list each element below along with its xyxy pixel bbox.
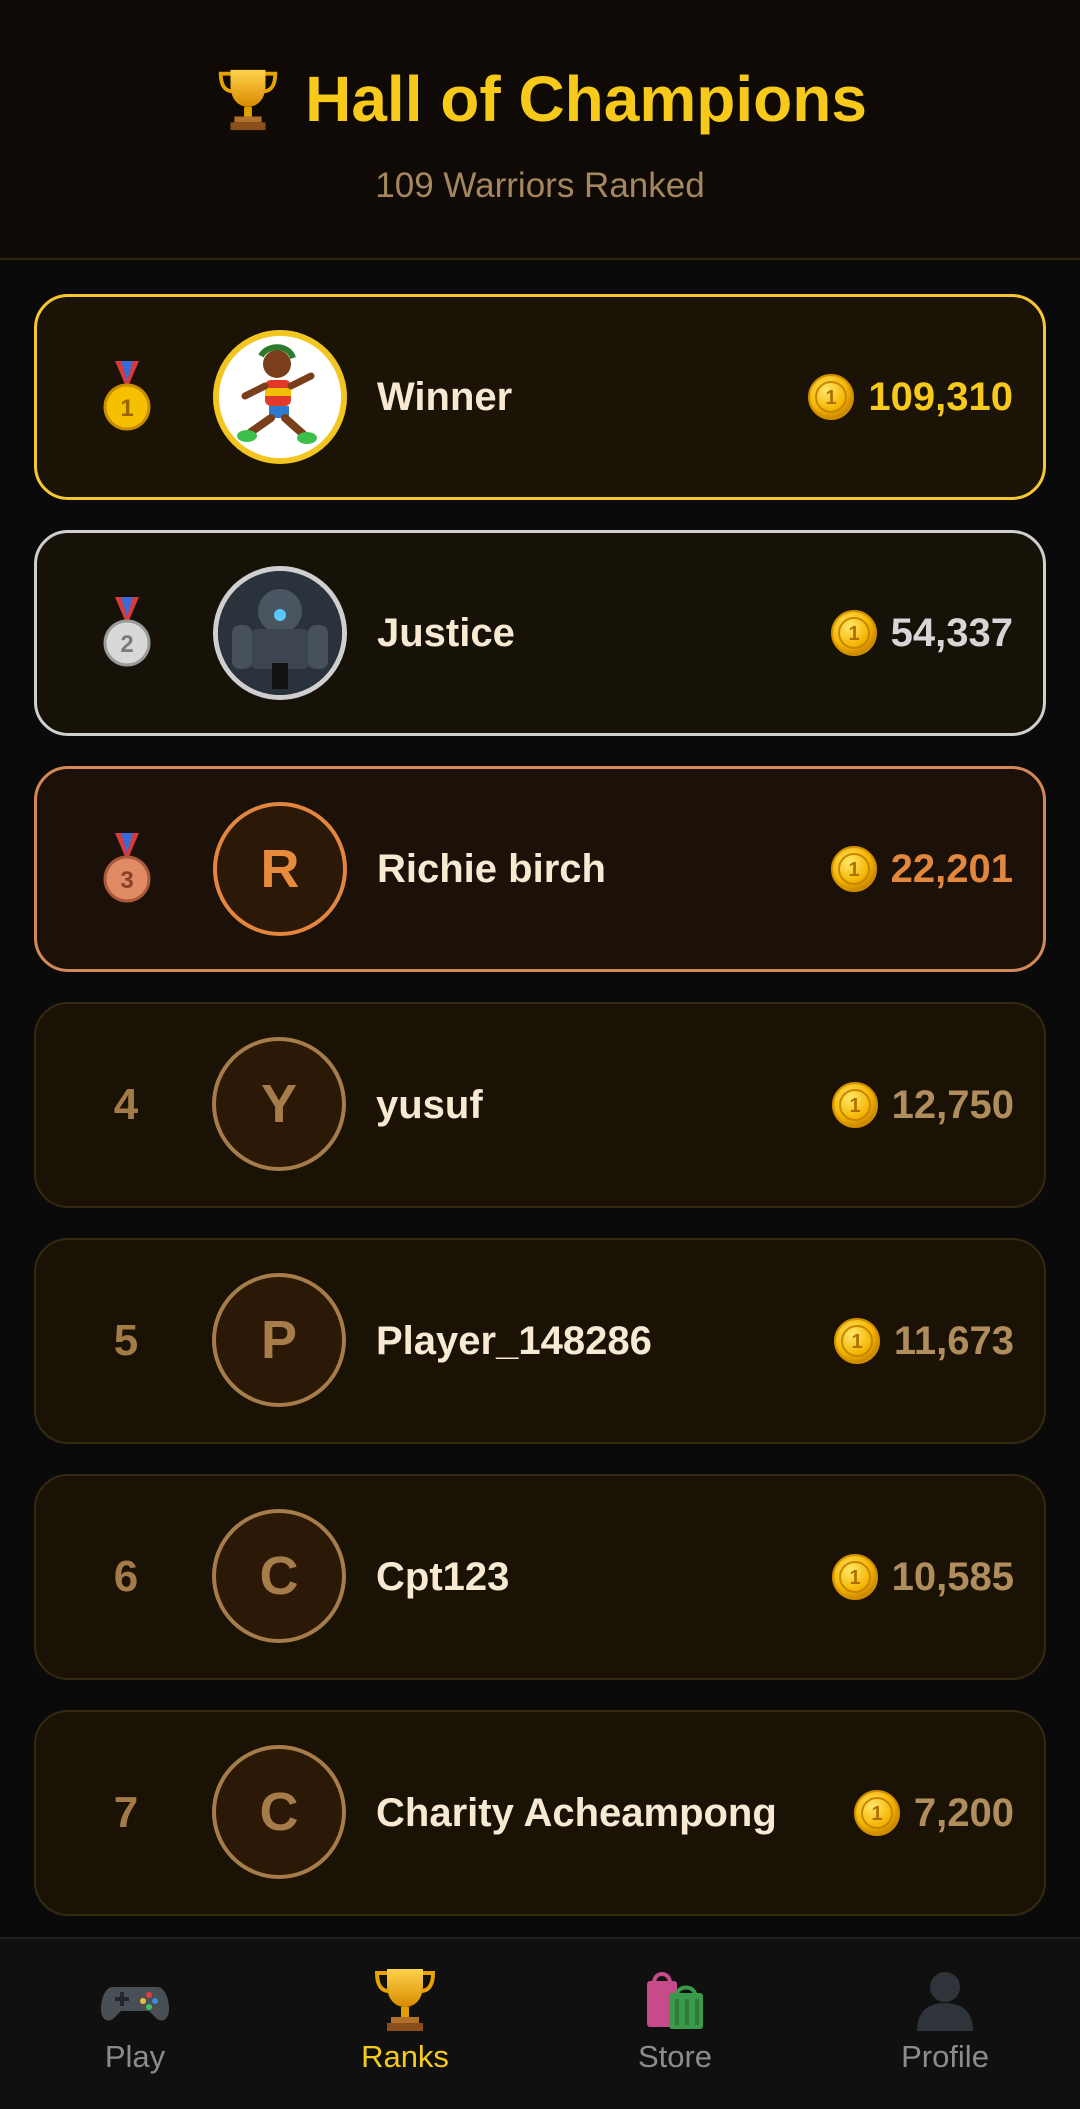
leaderboard-row[interactable]: 4 Y yusuf 12,750 bbox=[34, 1002, 1046, 1208]
nav-label: Profile bbox=[901, 2039, 989, 2074]
avatar: P bbox=[212, 1273, 346, 1407]
leaderboard-list: 1 Winner 109,310 2 Justice 54,337 3 R Ri… bbox=[34, 294, 1046, 1946]
nav-label: Ranks bbox=[361, 2039, 449, 2074]
player-score: 54,337 bbox=[831, 533, 1013, 733]
player-name: yusuf bbox=[376, 1082, 483, 1127]
nav-item-profile[interactable]: Profile bbox=[810, 1939, 1080, 2109]
score-value: 11,673 bbox=[893, 1318, 1014, 1363]
gold-medal-icon: 1 bbox=[103, 361, 151, 431]
avatar bbox=[213, 330, 347, 464]
avatar: R bbox=[213, 802, 347, 936]
nav-label: Play bbox=[104, 2039, 166, 2074]
player-score: 10,585 bbox=[832, 1476, 1014, 1678]
nav-label: Store bbox=[637, 2039, 713, 2074]
coin-icon bbox=[832, 1554, 878, 1600]
player-score: 12,750 bbox=[832, 1004, 1014, 1206]
leaderboard-row[interactable]: 2 Justice 54,337 bbox=[34, 530, 1046, 736]
score-value: 10,585 bbox=[891, 1554, 1014, 1599]
leaderboard-row[interactable]: 5 P Player_148286 11,673 bbox=[34, 1238, 1046, 1444]
silver-medal-icon: 2 bbox=[103, 597, 151, 667]
user-icon bbox=[917, 1972, 973, 2031]
coin-icon bbox=[854, 1790, 900, 1836]
rank-cell: 2 bbox=[92, 533, 162, 733]
coin-icon bbox=[808, 374, 854, 420]
coin-icon bbox=[831, 610, 877, 656]
ranked-count: 109 Warriors Ranked bbox=[375, 166, 705, 205]
trophy-icon bbox=[213, 62, 283, 136]
page-title: Hall of Champions bbox=[305, 63, 867, 135]
player-name: Winner bbox=[377, 374, 513, 419]
rank-cell: 3 bbox=[92, 769, 162, 969]
player-name: Richie birch bbox=[377, 846, 606, 891]
coin-icon bbox=[834, 1318, 880, 1364]
svg-text:1: 1 bbox=[120, 395, 133, 422]
player-score: 7,200 bbox=[854, 1712, 1014, 1914]
gamepad-icon bbox=[101, 1987, 169, 2021]
player-name: Cpt123 bbox=[376, 1554, 510, 1599]
rank-number: 5 bbox=[113, 1316, 139, 1365]
rank-number: 6 bbox=[113, 1552, 139, 1601]
bottom-nav: Play Ranks Store Profile bbox=[0, 1937, 1080, 2109]
svg-text:3: 3 bbox=[120, 867, 133, 894]
trophy-icon bbox=[369, 1963, 441, 2035]
avatar: Y bbox=[212, 1037, 346, 1171]
nav-item-store[interactable]: Store bbox=[540, 1939, 810, 2109]
player-name: Player_148286 bbox=[376, 1318, 652, 1363]
player-name: Justice bbox=[377, 610, 515, 655]
player-score: 22,201 bbox=[831, 769, 1013, 969]
leaderboard-row[interactable]: 7 C Charity Acheampong 7,200 bbox=[34, 1710, 1046, 1916]
shopping-bags-icon bbox=[647, 1972, 703, 2029]
svg-text:2: 2 bbox=[120, 631, 133, 658]
player-score: 11,673 bbox=[834, 1240, 1014, 1442]
nav-item-ranks[interactable]: Ranks bbox=[270, 1939, 540, 2109]
score-value: 54,337 bbox=[890, 610, 1013, 655]
coin-icon bbox=[832, 1082, 878, 1128]
rank-number: 4 bbox=[113, 1080, 139, 1129]
score-value: 12,750 bbox=[891, 1082, 1014, 1127]
score-value: 7,200 bbox=[913, 1790, 1014, 1835]
leaderboard-row[interactable]: 6 C Cpt123 10,585 bbox=[34, 1474, 1046, 1680]
rank-cell: 1 bbox=[92, 297, 162, 497]
bronze-medal-icon: 3 bbox=[103, 833, 151, 903]
avatar bbox=[213, 566, 347, 700]
page-title-row: Hall of Champions bbox=[0, 62, 1080, 136]
leaderboard-row[interactable]: 1 Winner 109,310 bbox=[34, 294, 1046, 500]
runner-character-image bbox=[219, 336, 341, 458]
page-header: Hall of Champions 109 Warriors Ranked bbox=[0, 0, 1080, 260]
score-value: 22,201 bbox=[890, 846, 1013, 891]
avatar: C bbox=[212, 1509, 346, 1643]
avatar: C bbox=[212, 1745, 346, 1879]
coin-icon bbox=[831, 846, 877, 892]
robot-mech-image bbox=[218, 571, 342, 695]
player-score: 109,310 bbox=[808, 297, 1013, 497]
rank-number: 7 bbox=[113, 1788, 139, 1837]
player-name: Charity Acheampong bbox=[376, 1790, 777, 1835]
nav-item-play[interactable]: Play bbox=[0, 1939, 270, 2109]
score-value: 109,310 bbox=[868, 374, 1013, 419]
leaderboard-row[interactable]: 3 R Richie birch 22,201 bbox=[34, 766, 1046, 972]
